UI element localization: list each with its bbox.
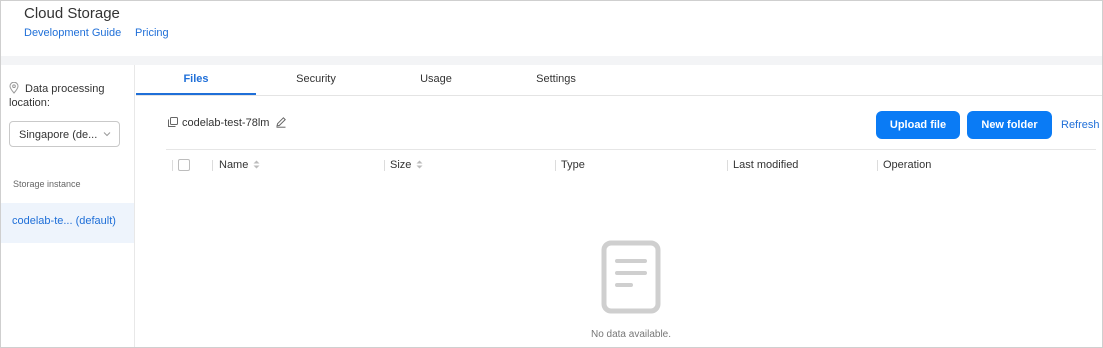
column-separator (877, 160, 878, 171)
sort-icon[interactable] (253, 160, 260, 169)
column-header-last-modified: Last modified (733, 159, 799, 171)
development-guide-link[interactable]: Development Guide (24, 27, 121, 39)
pricing-link[interactable]: Pricing (135, 27, 169, 39)
new-folder-button[interactable]: New folder (967, 111, 1052, 139)
tab-settings[interactable]: Settings (496, 73, 616, 85)
column-label: Size (390, 159, 412, 171)
edit-pencil-icon[interactable] (275, 116, 287, 128)
location-pin-icon (9, 82, 19, 94)
files-panel: codelab-test-78lm Upload file New folder… (136, 96, 1102, 347)
tab-bar: Files Security Usage Settings (136, 65, 1102, 96)
chevron-down-icon (103, 132, 111, 137)
column-header-size: Size (390, 159, 423, 171)
column-separator (172, 160, 173, 171)
column-separator (727, 160, 728, 171)
data-processing-location: Data processing location: (9, 82, 129, 110)
sort-icon[interactable] (416, 160, 423, 169)
table-header: Name Size Type Last modified Operation (166, 149, 1096, 179)
column-separator (212, 160, 213, 171)
column-label: Name (219, 159, 249, 171)
bucket-name: codelab-test-78lm (182, 117, 270, 129)
tab-usage[interactable]: Usage (376, 73, 496, 85)
select-all-checkbox[interactable] (178, 159, 190, 171)
tab-security[interactable]: Security (256, 73, 376, 85)
tab-files[interactable]: Files (136, 73, 256, 85)
location-select[interactable]: Singapore (de... (9, 121, 120, 147)
active-tab-indicator (136, 93, 256, 95)
empty-document-icon (601, 240, 661, 314)
location-select-value: Singapore (de... (19, 129, 98, 141)
column-header-operation: Operation (883, 159, 932, 171)
page-title: Cloud Storage (24, 5, 120, 22)
header-divider-band (1, 56, 1102, 65)
empty-state-text: No data available. (590, 329, 672, 340)
storage-instance-label: Storage instance (13, 179, 81, 189)
column-header-name: Name (219, 159, 260, 171)
page-header: Cloud Storage Development Guide Pricing (1, 1, 1102, 56)
column-separator (384, 160, 385, 171)
bucket-name-row: codelab-test-78lm (168, 116, 287, 129)
refresh-link[interactable]: Refresh (1061, 119, 1100, 131)
sidebar-item-storage-instance[interactable]: codelab-te... (default) (1, 203, 134, 243)
sidebar: Data processing location: Singapore (de.… (1, 65, 135, 347)
location-label: Data processing location: (9, 83, 105, 109)
upload-file-button[interactable]: Upload file (876, 111, 960, 139)
column-header-type: Type (561, 159, 585, 171)
copy-icon[interactable] (168, 117, 178, 127)
column-separator (555, 160, 556, 171)
